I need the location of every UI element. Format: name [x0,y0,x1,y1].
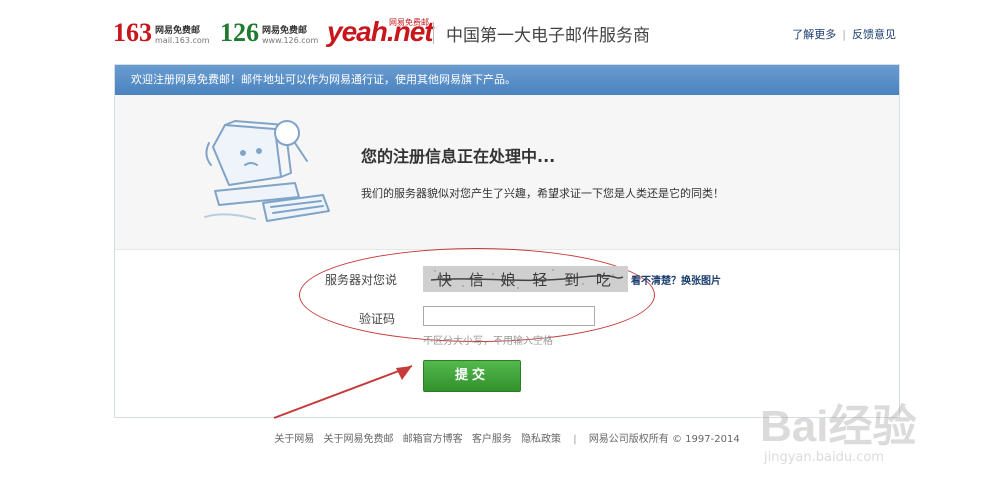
header-slogan: 中国第一大电子邮件服务商 [446,26,650,46]
footer-link-privacy[interactable]: 隐私政策 [521,434,561,445]
computer-magnifier-icon [204,120,330,222]
logo-163[interactable]: 163 网易免费邮 mail.163.com [113,20,210,46]
link-separator: | [842,28,846,41]
captcha-noise: 快 信 娘 轻 到 吃 [423,266,628,292]
footer-link-service[interactable]: 客户服务 [472,434,512,445]
logo-163-cn: 网易免费邮 [155,26,201,36]
captcha-text: 快 信 娘 轻 到 吃 [437,271,617,289]
footer-copyright: 网易公司版权所有 © 1997-2014 [588,434,740,445]
logo-126[interactable]: 126 网易免费邮 www.126.com [220,20,318,46]
register-panel: 欢迎注册网易免费邮！邮件地址可以作为网易通行证，使用其他网易旗下产品。 您的注册… [114,64,900,418]
footer-separator: | [573,434,577,445]
footer-link-about-mail[interactable]: 关于网易免费邮 [324,434,394,445]
footer-link-blog[interactable]: 邮箱官方博客 [403,434,463,445]
logo-yeah-cn: 网易免费邮 [389,18,429,27]
logo-163-number: 163 [113,18,152,47]
logo-126-url: www.126.com [262,36,319,45]
welcome-bar: 欢迎注册网易免费邮！邮件地址可以作为网易通行证，使用其他网易旗下产品。 [115,65,899,95]
footer-link-about[interactable]: 关于网易 [274,434,314,445]
watermark-main: Bai经验 [760,402,917,451]
captcha-hint: 不区分大小写，不用输入空格 [423,336,553,347]
watermark-url: jingyan.baidu.com [764,450,884,465]
highlight-ellipse [299,248,655,342]
learn-more-link[interactable]: 了解更多 [792,28,836,41]
captcha-image[interactable]: 快 信 娘 轻 到 吃 [423,266,628,292]
header-divider [433,22,434,44]
baidu-jingyan-watermark: Bai经验 jingyan.baidu.com [760,380,950,480]
feedback-link[interactable]: 反馈意见 [852,28,896,41]
logo-126-cn: 网易免费邮 [262,26,308,36]
server-says-label: 服务器对您说 [324,273,397,287]
captcha-code-input[interactable] [423,306,595,326]
refresh-captcha-link[interactable]: 看不清楚？换张图片 [631,272,721,287]
submit-button[interactable]: 提交 [423,360,521,392]
red-arrow-icon [273,365,413,419]
processing-description: 我们的服务器貌似对您产生了兴趣，希望求证一下您是人类还是它的同类！ [361,187,724,200]
processing-section: 您的注册信息正在处理中... 我们的服务器貌似对您产生了兴趣，希望求证一下您是人… [115,95,899,250]
processing-title: 您的注册信息正在处理中... [361,147,556,166]
header: 163 网易免费邮 mail.163.com 126 网易免费邮 www.126… [0,0,1000,64]
header-links: 了解更多 | 反馈意见 [792,26,896,42]
logo-163-url: mail.163.com [155,36,210,45]
logo-126-number: 126 [220,18,259,47]
logo-yeah[interactable]: yeah.net 网易免费邮 [327,17,434,47]
captcha-code-label: 验证码 [358,312,395,326]
